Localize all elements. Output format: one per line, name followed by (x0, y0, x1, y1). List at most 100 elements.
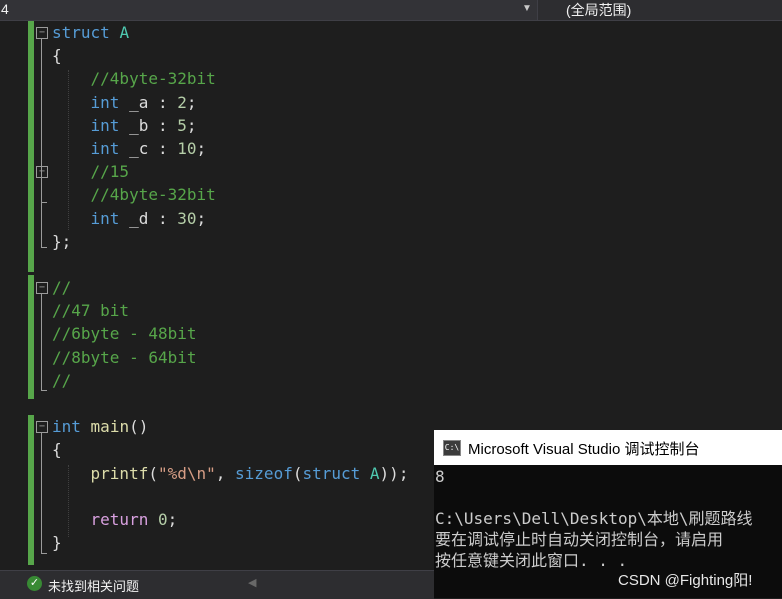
code-line[interactable]: int _a : 2; (52, 91, 408, 114)
watermark: CSDN @Fighting阳! (618, 572, 753, 589)
code-token: ; (186, 115, 197, 135)
code-token: _a : (119, 92, 178, 112)
code-token: //4byte-32bit (52, 69, 216, 89)
collapse-icon[interactable]: − (36, 166, 48, 178)
code-token: 10 (177, 138, 197, 158)
code-token: A (369, 463, 380, 483)
code-editor[interactable]: struct A{ //4byte-32bit int _a : 2; int … (52, 21, 408, 554)
console-line: 按任意键关闭此窗口. . . (435, 551, 628, 570)
code-line[interactable]: { (52, 44, 408, 67)
change-bar (28, 415, 34, 565)
debug-console-window[interactable]: C:\ Microsoft Visual Studio 调试控制台 8 C:\U… (434, 430, 782, 598)
code-token: int (90, 115, 120, 135)
code-token: int (52, 417, 81, 437)
console-app-icon: C:\ (443, 440, 461, 456)
code-token: 2 (177, 92, 187, 112)
project-dropdown[interactable]: 4 ▼ (0, 0, 538, 20)
code-token: , (215, 463, 236, 483)
change-bar (28, 21, 34, 272)
code-token: { (52, 440, 62, 460)
code-token: sizeof (235, 463, 293, 483)
editor-gutter (0, 21, 28, 569)
fold-guide-end (41, 202, 47, 203)
code-token: printf (90, 463, 149, 483)
collapse-icon[interactable]: − (36, 421, 48, 433)
code-token: int (90, 138, 120, 158)
code-line[interactable] (52, 485, 408, 508)
scroll-left-icon[interactable]: ◀ (248, 576, 256, 589)
code-token: struct (302, 463, 361, 483)
code-token: }; (52, 231, 72, 251)
code-token: //6byte - 48bit (52, 324, 197, 344)
fold-guide-end (41, 247, 47, 248)
code-token: ; (186, 92, 197, 112)
code-line[interactable]: int _b : 5; (52, 114, 408, 137)
code-line[interactable]: //15 (52, 160, 408, 183)
code-token: ( (148, 463, 158, 483)
fold-guide (41, 433, 42, 553)
code-token: () (129, 417, 149, 437)
code-line[interactable]: // (52, 369, 408, 392)
code-line[interactable]: int main() (52, 415, 408, 438)
code-line[interactable]: }; (52, 230, 408, 253)
code-token: //4byte-32bit (52, 185, 216, 205)
code-line[interactable]: } (52, 531, 408, 554)
dropdown-arrow-icon[interactable]: ▼ (522, 3, 532, 14)
code-line[interactable] (52, 392, 408, 415)
code-token: { (52, 46, 62, 66)
code-line[interactable]: //47 bit (52, 299, 408, 322)
code-token: } (52, 533, 62, 553)
code-token: int (90, 208, 120, 228)
code-line[interactable]: // (52, 276, 408, 299)
code-token: 5 (177, 115, 187, 135)
console-titlebar[interactable]: C:\ Microsoft Visual Studio 调试控制台 (434, 430, 782, 465)
code-token: //8byte - 64bit (52, 347, 197, 367)
code-token: //47 bit (52, 301, 130, 321)
code-token: _c : (119, 138, 178, 158)
code-line[interactable]: { (52, 438, 408, 461)
code-token: _b : (119, 115, 178, 135)
console-line: C:\Users\Dell\Desktop\本地\刷题路线 (435, 509, 753, 528)
code-token: 30 (177, 208, 197, 228)
code-line[interactable]: int _d : 30; (52, 207, 408, 230)
code-line[interactable]: int _c : 10; (52, 137, 408, 160)
code-line[interactable]: //6byte - 48bit (52, 322, 408, 345)
code-token: // (52, 370, 72, 390)
console-output: 8 C:\Users\Dell\Desktop\本地\刷题路线 要在调试停止时自动… (435, 466, 753, 571)
collapse-icon[interactable]: − (36, 27, 48, 39)
code-token: A (119, 23, 130, 42)
code-line[interactable]: return 0; (52, 508, 408, 531)
code-line[interactable]: //8byte - 64bit (52, 346, 408, 369)
code-token: 0 (157, 509, 168, 529)
code-token: ; (167, 509, 178, 529)
code-line[interactable]: printf("%d\n", sizeof(struct A)); (52, 462, 409, 485)
fold-guide-end (41, 553, 47, 554)
code-line[interactable] (52, 253, 408, 276)
code-line[interactable]: //4byte-32bit (52, 67, 408, 90)
issues-status[interactable]: 未找到相关问题 (48, 576, 139, 595)
code-token: )); (379, 463, 409, 483)
code-line[interactable]: //4byte-32bit (52, 183, 408, 206)
collapse-icon[interactable]: − (36, 282, 48, 294)
fold-guide (41, 294, 42, 390)
code-token: int (90, 92, 120, 112)
check-circle-icon: ✓ (27, 576, 42, 591)
code-line[interactable]: struct A (52, 21, 408, 44)
code-token: ; (196, 208, 207, 228)
code-token: ; (196, 138, 207, 158)
code-token: _d : (119, 208, 178, 228)
console-title: Microsoft Visual Studio 调试控制台 (468, 441, 700, 458)
scope-dropdown[interactable]: (全局范围) (566, 0, 631, 20)
code-token: main (90, 417, 130, 437)
project-dropdown-value: 4 (1, 1, 9, 17)
navigation-bar: 4 ▼ (全局范围) (0, 0, 782, 21)
code-token: return (90, 509, 149, 529)
